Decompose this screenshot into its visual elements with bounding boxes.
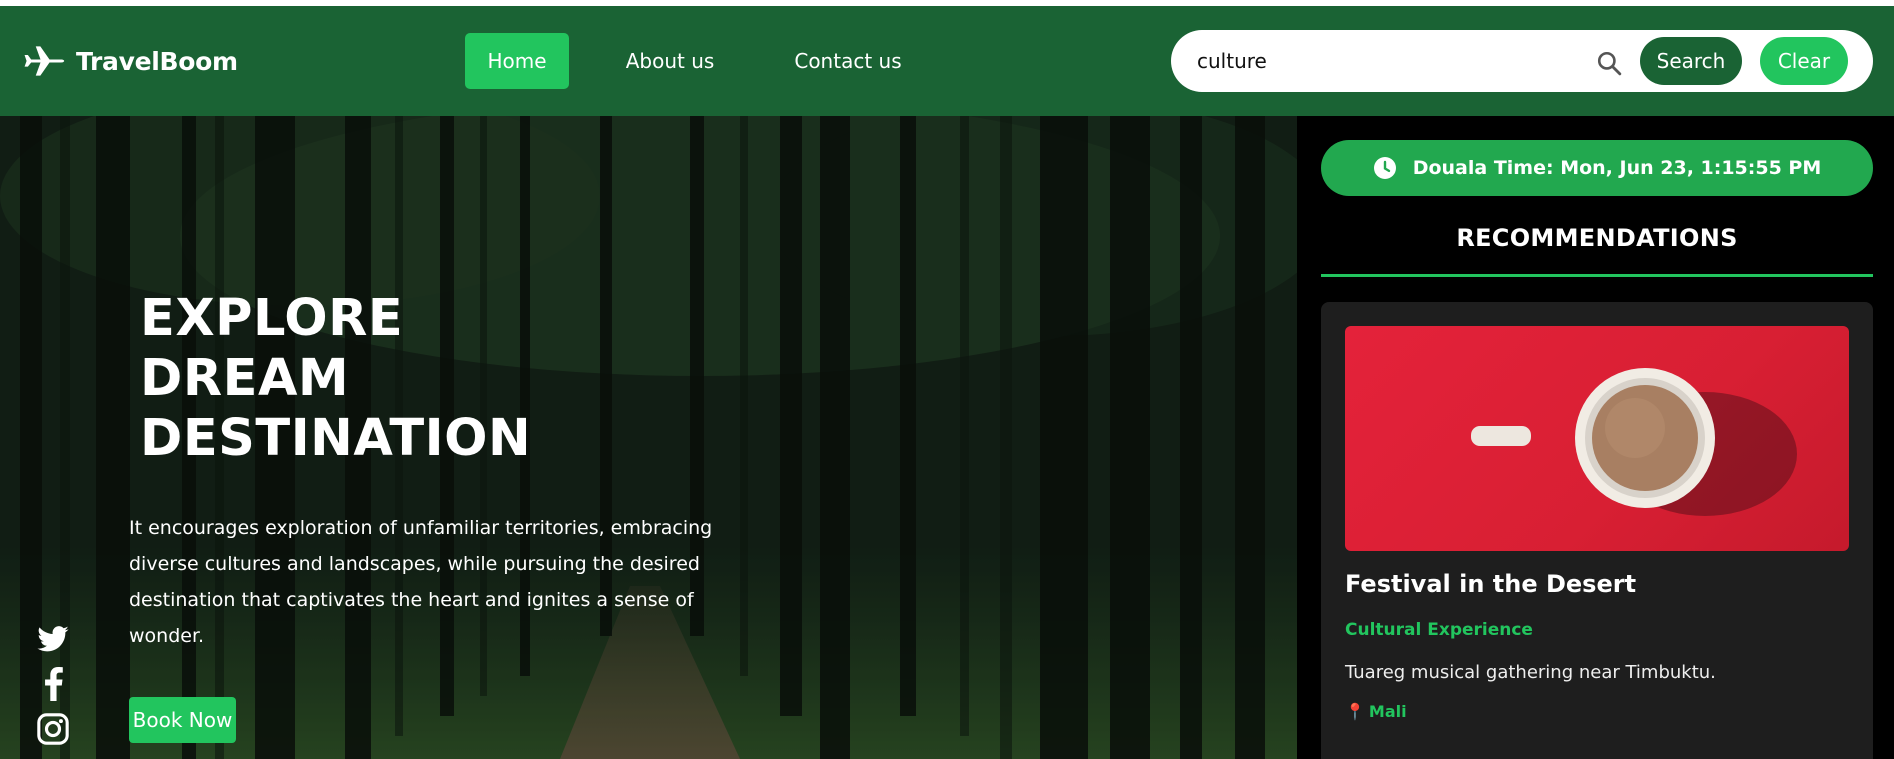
airplane-icon [24,46,65,76]
hero-title-line: EXPLORE [140,289,404,348]
clock-icon [1373,157,1396,179]
local-time-badge: Douala Time: Mon, Jun 23, 1:15:55 PM [1321,140,1873,196]
recommendations-sidebar: Douala Time: Mon, Jun 23, 1:15:55 PM REC… [1297,116,1894,759]
hero-description: It encourages exploration of unfamiliar … [129,517,713,647]
nav-contact-link[interactable]: Contact us [784,33,912,89]
twitter-link[interactable] [36,622,70,656]
brand-logo[interactable]: TravelBoom [22,39,238,83]
recommendation-location: 📍 Mali [1345,702,1407,721]
book-now-button[interactable]: Book Now [129,697,236,743]
hero-title: EXPLORE DREAM DESTINATION [140,289,531,469]
search-button[interactable]: Search [1640,37,1742,85]
recommendation-title: Festival in the Desert [1345,570,1637,598]
search-bar: Search Clear [1171,30,1873,92]
search-icon[interactable] [1596,50,1622,76]
nav-home-link[interactable]: Home [465,33,569,89]
instagram-link[interactable] [36,712,70,746]
heading-underline [1321,274,1873,277]
recommendations-heading: RECOMMENDATIONS [1456,224,1738,252]
hero-title-line: DESTINATION [140,409,532,468]
navbar: TravelBoom Home About us Contact us Sear… [0,6,1894,116]
coffee-cup-image [1471,368,1797,516]
twitter-icon [37,626,69,652]
brand-name: TravelBoom [76,46,238,76]
recommendation-category: Cultural Experience [1345,620,1533,640]
local-time-text: Douala Time: Mon, Jun 23, 1:15:55 PM [1412,157,1822,179]
recommendation-description: Tuareg musical gathering near Timbuktu. [1345,662,1716,683]
hero-title-line: DREAM [140,349,350,408]
location-pin-icon: 📍 [1345,702,1365,721]
location-text: Mali [1368,702,1407,721]
recommendation-card[interactable]: Festival in the Desert Cultural Experien… [1321,302,1873,759]
instagram-icon [37,713,69,745]
recommendation-image [1345,326,1849,551]
facebook-icon [45,667,63,701]
facebook-link[interactable] [36,667,70,701]
nav-about-link[interactable]: About us [614,33,726,89]
hero-section: EXPLORE DREAM DESTINATION It encourages … [0,116,1297,759]
clear-button[interactable]: Clear [1760,37,1848,85]
